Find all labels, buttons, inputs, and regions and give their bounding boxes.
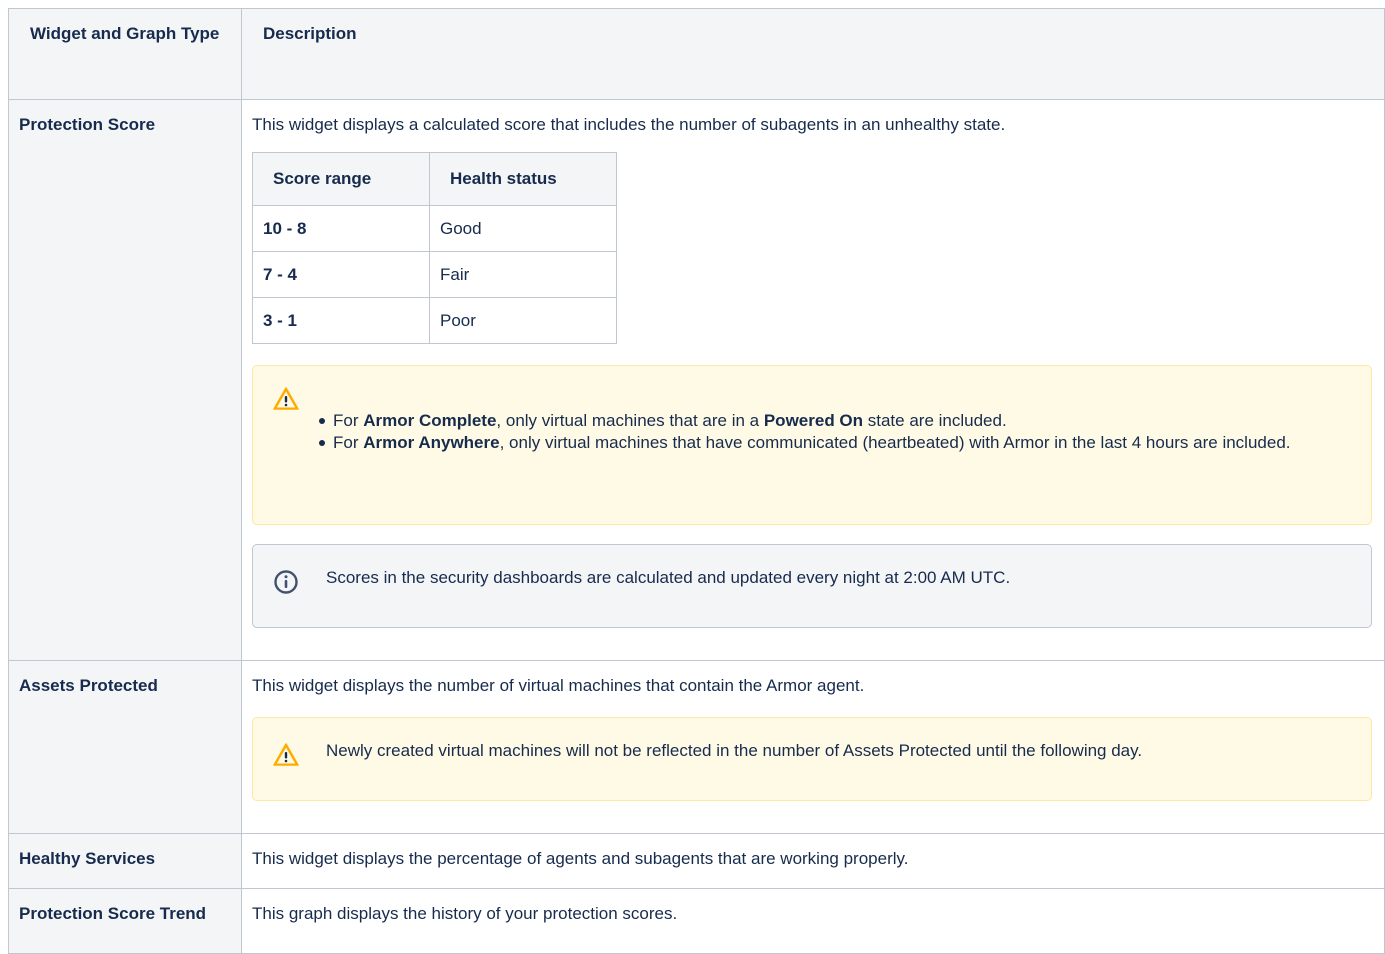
score-table-row: 3 - 1 Poor	[252, 297, 617, 344]
row-description-cell: This widget displays the number of virtu…	[241, 660, 1385, 834]
table-header-row: Widget and Graph Type Description	[8, 8, 1385, 100]
score-range-cell: 7 - 4	[252, 251, 430, 298]
score-range-table: Score range Health status 10 - 8 Good 7 …	[252, 152, 617, 344]
row-title: Protection Score	[8, 99, 242, 661]
warning-list: For Armor Complete, only virtual machine…	[253, 382, 1371, 454]
warning-panel: Newly created virtual machines will not …	[252, 717, 1372, 801]
widget-description-table: Widget and Graph Type Description Protec…	[8, 8, 1385, 954]
score-table-row: 7 - 4 Fair	[252, 251, 617, 298]
table-row: Assets Protected This widget displays th…	[8, 660, 1385, 834]
bold-text: Armor Complete	[363, 411, 497, 430]
table-row: Healthy Services This widget displays th…	[8, 833, 1385, 889]
info-icon	[273, 569, 299, 595]
header-widget-type: Widget and Graph Type	[8, 8, 242, 100]
info-text: Scores in the security dashboards are ca…	[326, 568, 1011, 587]
warning-text: Newly created virtual machines will not …	[326, 741, 1143, 760]
health-status-cell: Good	[429, 205, 617, 252]
bold-text: Powered On	[763, 411, 864, 430]
info-panel: Scores in the security dashboards are ca…	[252, 544, 1372, 628]
warning-panel: For Armor Complete, only virtual machine…	[252, 365, 1372, 525]
row-description: This widget displays the number of virtu…	[252, 676, 865, 695]
warning-icon	[273, 742, 299, 768]
health-status-header: Health status	[429, 152, 617, 206]
health-status-cell: Fair	[429, 251, 617, 298]
health-status-cell: Poor	[429, 297, 617, 344]
table-row: Protection Score This widget displays a …	[8, 99, 1385, 661]
row-title: Protection Score Trend	[8, 888, 242, 954]
row-title: Healthy Services	[8, 833, 242, 889]
score-table-header-row: Score range Health status	[252, 152, 617, 206]
row-description: This graph displays the history of your …	[241, 888, 1385, 954]
bold-text: Armor Anywhere	[363, 433, 500, 452]
score-range-header: Score range	[252, 152, 430, 206]
table-row: Protection Score Trend This graph displa…	[8, 888, 1385, 954]
list-item: For Armor Complete, only virtual machine…	[319, 410, 1371, 432]
score-table-row: 10 - 8 Good	[252, 205, 617, 252]
list-item: For Armor Anywhere, only virtual machine…	[319, 432, 1371, 454]
score-range-cell: 3 - 1	[252, 297, 430, 344]
header-description: Description	[241, 8, 1385, 100]
row-description: This widget displays a calculated score …	[252, 115, 1006, 134]
row-description: This widget displays the percentage of a…	[241, 833, 1385, 889]
score-range-cell: 10 - 8	[252, 205, 430, 252]
row-title: Assets Protected	[8, 660, 242, 834]
warning-icon	[273, 386, 299, 412]
row-description-cell: This widget displays a calculated score …	[241, 99, 1385, 661]
